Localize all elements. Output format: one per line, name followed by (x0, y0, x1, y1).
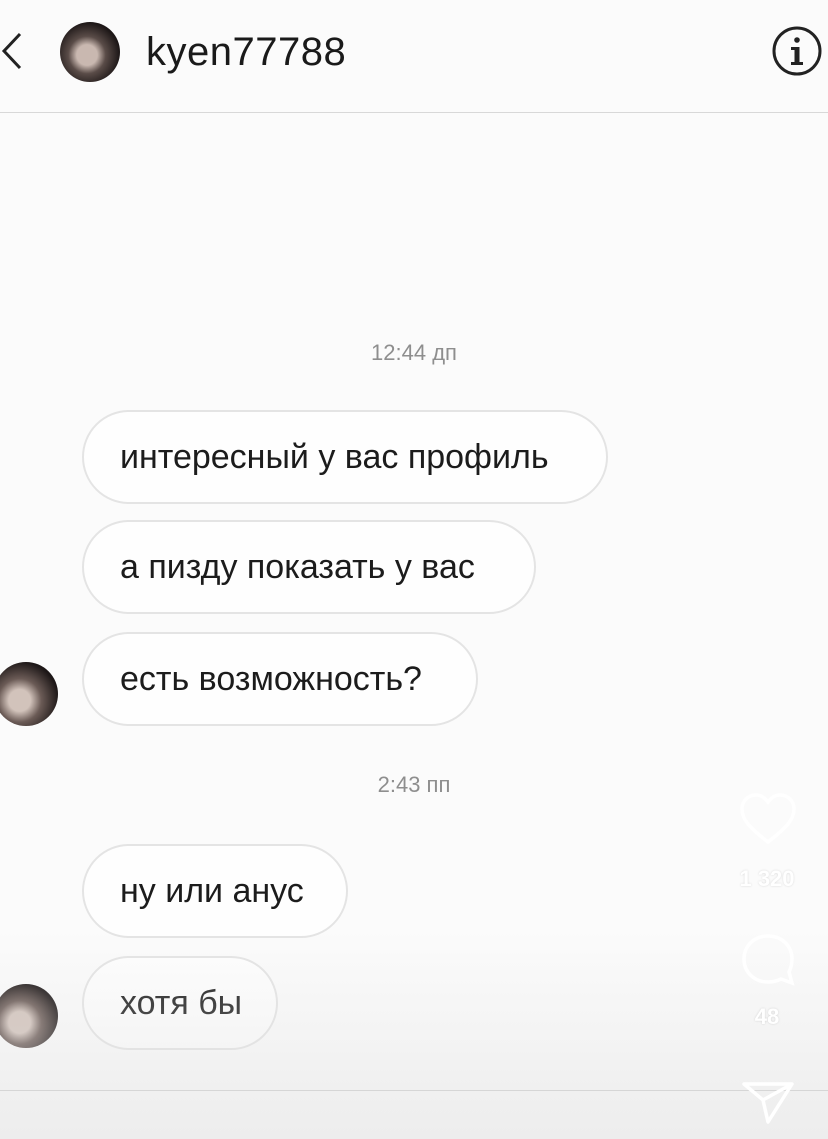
avatar[interactable] (0, 984, 58, 1048)
avatar[interactable] (0, 662, 58, 726)
username[interactable]: kyen77788 (146, 28, 346, 76)
divider (0, 1090, 828, 1091)
message-bubble[interactable]: а пизду показать у вас (82, 520, 536, 614)
info-icon[interactable] (770, 24, 824, 78)
message-bubble[interactable]: ну или анус (82, 844, 348, 938)
comment-icon[interactable] (738, 930, 798, 990)
avatar[interactable] (60, 22, 120, 82)
comments-count: 48 (754, 1004, 780, 1029)
message-bubble[interactable]: хотя бы (82, 956, 278, 1050)
send-icon[interactable] (740, 1078, 796, 1126)
timestamp: 2:43 пп (377, 772, 451, 797)
timestamp: 12:44 дп (371, 340, 457, 365)
chevron-left-icon[interactable] (0, 28, 26, 74)
message-bubble[interactable]: интересный у вас профиль (82, 410, 608, 504)
message-bubble[interactable]: есть возможность? (82, 632, 478, 726)
likes-count: 1 320 (739, 866, 795, 891)
chat-header: kyen77788 (0, 0, 828, 113)
heart-icon[interactable] (738, 790, 798, 850)
